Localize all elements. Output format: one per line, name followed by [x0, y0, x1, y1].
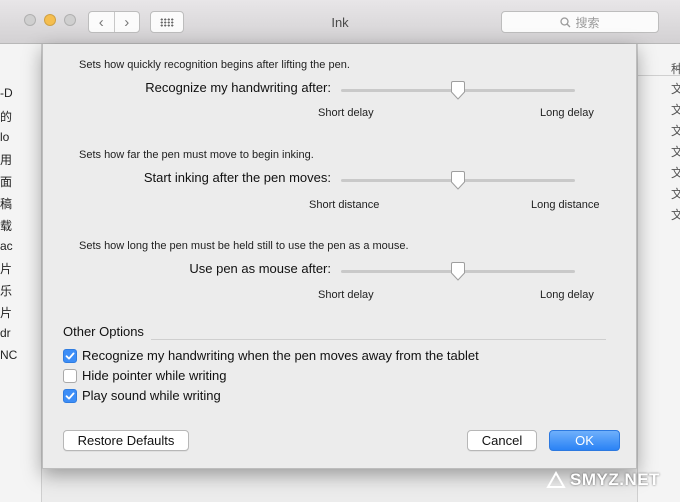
recognize-on-lift-checkbox[interactable]: Recognize my handwriting when the pen mo… — [63, 348, 479, 363]
slider-min-label: Short distance — [309, 199, 380, 211]
cancel-button[interactable]: Cancel — [467, 430, 537, 451]
sidebar-fragment: 的 — [0, 109, 13, 124]
list-fragment: 种 — [671, 62, 680, 76]
slider-min-label: Short delay — [318, 107, 374, 119]
search-placeholder: 搜索 — [575, 15, 600, 30]
checkbox-label: Recognize my handwriting when the pen mo… — [82, 348, 479, 363]
slider-help-text: Sets how far the pen must move to begin … — [79, 149, 314, 161]
slider-help-text: Sets how long the pen must be held still… — [79, 240, 409, 252]
checkmark-icon — [65, 352, 75, 359]
sidebar-fragment: 片 — [0, 306, 13, 320]
list-fragment: 文 — [671, 124, 680, 138]
sidebar-fragment: 乐 — [0, 284, 13, 299]
sidebar-fragment: 稿 — [0, 197, 13, 211]
checkmark-icon — [65, 392, 75, 399]
slider-max-label: Long delay — [540, 107, 594, 119]
hide-pointer-checkbox[interactable]: Hide pointer while writing — [63, 368, 227, 383]
sidebar-fragment: 用 — [0, 153, 13, 168]
slider-max-label: Long delay — [540, 289, 594, 301]
restore-defaults-button[interactable]: Restore Defaults — [63, 430, 189, 451]
sidebar-fragment: ac — [0, 238, 13, 253]
checkbox-label: Hide pointer while writing — [82, 368, 227, 383]
slider-label: Use pen as mouse after: — [189, 261, 331, 276]
watermark-logo-icon — [546, 471, 566, 488]
list-fragment: 文 — [671, 82, 680, 96]
sidebar-fragment: 片 — [0, 262, 13, 277]
search-field[interactable]: 搜索 — [501, 11, 659, 33]
section-divider — [151, 339, 606, 340]
slider-knob[interactable] — [450, 262, 466, 281]
sidebar-fragment: 面 — [0, 175, 13, 190]
list-fragment: 文 — [671, 187, 680, 201]
watermark: SMYZ.NET — [546, 470, 660, 490]
sidebar-fragment: lo — [0, 129, 10, 144]
sidebar-fragment: NC — [0, 347, 18, 362]
ok-button[interactable]: OK — [549, 430, 620, 451]
ink-options-sheet: Sets how quickly recognition begins afte… — [42, 44, 637, 469]
checkbox-box[interactable] — [63, 348, 77, 363]
checkbox-label: Play sound while writing — [82, 388, 221, 403]
sidebar-fragment: -D — [0, 86, 13, 100]
mouse-mode-delay-slider[interactable] — [341, 262, 575, 281]
play-sound-checkbox[interactable]: Play sound while writing — [63, 388, 221, 403]
list-fragment: 文 — [671, 145, 680, 159]
list-fragment: 文 — [671, 166, 680, 180]
slider-max-label: Long distance — [531, 199, 600, 211]
slider-help-text: Sets how quickly recognition begins afte… — [79, 59, 350, 71]
checkbox-box[interactable] — [63, 368, 77, 383]
background-list: 种文文文文文文文 — [637, 44, 680, 502]
checkbox-box[interactable] — [63, 388, 77, 403]
slider-knob[interactable] — [450, 171, 466, 190]
sidebar-fragment: 载 — [0, 218, 13, 233]
recognize-delay-slider[interactable] — [341, 81, 575, 100]
watermark-text: SMYZ.NET — [570, 470, 660, 489]
search-icon — [560, 16, 571, 27]
slider-min-label: Short delay — [318, 289, 374, 301]
other-options-heading: Other Options — [63, 324, 144, 339]
slider-label: Recognize my handwriting after: — [145, 80, 331, 95]
slider-knob[interactable] — [450, 81, 466, 100]
sidebar-fragment: dr — [0, 325, 11, 340]
inking-distance-slider[interactable] — [341, 171, 575, 190]
list-fragment: 文 — [671, 208, 680, 222]
background-sidebar: -D 的 lo 用面稿载 ac 片乐片 dr NC — [0, 44, 42, 502]
list-fragment: 文 — [671, 103, 680, 117]
title-bar: ‹ › Ink 搜索 — [0, 0, 680, 44]
slider-label: Start inking after the pen moves: — [143, 170, 331, 185]
